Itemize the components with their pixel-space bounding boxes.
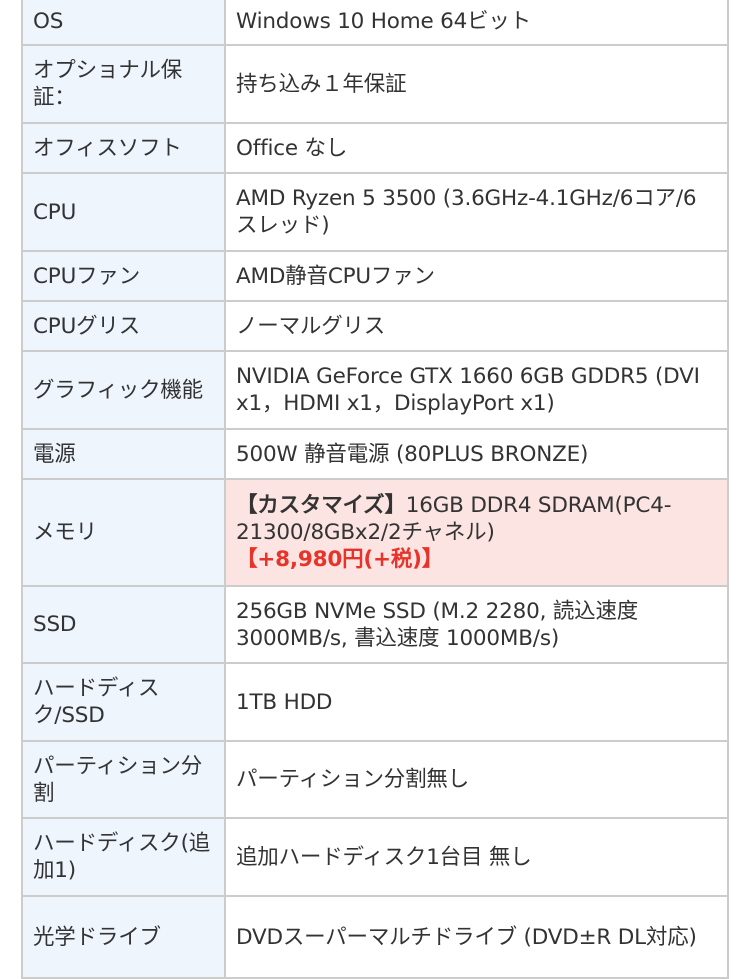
spec-value: AMD静音CPUファン <box>224 250 729 302</box>
spec-label: SSD <box>21 585 226 664</box>
price-delta: 【+8,980円(+税)】 <box>236 547 444 572</box>
spec-row-power: 電源 500W 静音電源 (80PLUS BRONZE) <box>21 428 729 480</box>
spec-label: オプショナル保証： <box>21 44 226 124</box>
spec-value: 500W 静音電源 (80PLUS BRONZE) <box>224 428 729 480</box>
spec-row-os: OS Windows 10 Home 64ビット <box>21 0 729 46</box>
spec-value: DVDスーパーマルチドライブ (DVD±R DL対応) <box>224 895 729 979</box>
spec-row-hdd: ハードディスク/SSD 1TB HDD <box>21 662 729 742</box>
spec-value: 1TB HDD <box>224 662 729 742</box>
spec-label: CPUファン <box>21 250 226 302</box>
spec-label: パーティション分割 <box>21 740 226 819</box>
spec-value: パーティション分割無し <box>224 740 729 819</box>
spec-row-cpu-fan: CPUファン AMD静音CPUファン <box>21 250 729 302</box>
spec-label: 光学ドライブ <box>21 895 226 979</box>
customize-tag: 【カスタマイズ】 <box>236 493 406 518</box>
spec-label: CPUグリス <box>21 300 226 352</box>
spec-row-warranty: オプショナル保証： 持ち込み１年保証 <box>21 44 729 124</box>
spec-value: AMD Ryzen 5 3500 (3.6GHz-4.1GHz/6コア/6スレッ… <box>224 172 729 252</box>
spec-value: 追加ハードディスク1台目 無し <box>224 817 729 897</box>
spec-row-graphics: グラフィック機能 NVIDIA GeForce GTX 1660 6GB GDD… <box>21 350 729 430</box>
spec-value-customized: 【カスタマイズ】16GB DDR4 SDRAM(PC4-21300/8GBx2/… <box>224 478 729 587</box>
spec-row-cpu: CPU AMD Ryzen 5 3500 (3.6GHz-4.1GHz/6コア/… <box>21 172 729 252</box>
spec-value: NVIDIA GeForce GTX 1660 6GB GDDR5 (DVI x… <box>224 350 729 430</box>
spec-row-office: オフィスソフト Office なし <box>21 122 729 174</box>
spec-label: ハードディスク/SSD <box>21 662 226 742</box>
spec-value: 256GB NVMe SSD (M.2 2280, 読込速度 3000MB/s,… <box>224 585 729 664</box>
spec-label: グラフィック機能 <box>21 350 226 430</box>
spec-value: ノーマルグリス <box>224 300 729 352</box>
spec-value: Windows 10 Home 64ビット <box>224 0 729 46</box>
spec-row-memory: メモリ 【カスタマイズ】16GB DDR4 SDRAM(PC4-21300/8G… <box>21 478 729 587</box>
spec-label: メモリ <box>21 478 226 587</box>
spec-row-partition: パーティション分割 パーティション分割無し <box>21 740 729 819</box>
spec-label: ハードディスク(追加1) <box>21 817 226 897</box>
spec-label: CPU <box>21 172 226 252</box>
spec-table: OS Windows 10 Home 64ビット オプショナル保証： 持ち込み１… <box>21 0 729 979</box>
spec-value: Office なし <box>224 122 729 174</box>
spec-label: オフィスソフト <box>21 122 226 174</box>
spec-row-ssd: SSD 256GB NVMe SSD (M.2 2280, 読込速度 3000M… <box>21 585 729 664</box>
spec-value: 持ち込み１年保証 <box>224 44 729 124</box>
spec-label: 電源 <box>21 428 226 480</box>
spec-row-cpu-grease: CPUグリス ノーマルグリス <box>21 300 729 352</box>
spec-label: OS <box>21 0 226 46</box>
spec-row-optical: 光学ドライブ DVDスーパーマルチドライブ (DVD±R DL対応) <box>21 895 729 979</box>
spec-row-hdd-extra: ハードディスク(追加1) 追加ハードディスク1台目 無し <box>21 817 729 897</box>
